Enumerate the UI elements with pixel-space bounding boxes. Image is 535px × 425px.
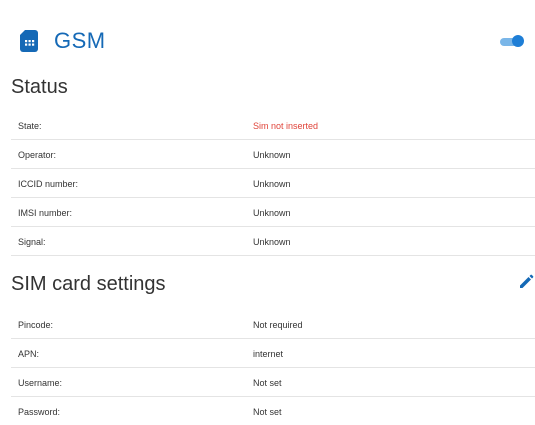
row-label: ICCID number: bbox=[18, 179, 79, 189]
page-title: GSM bbox=[54, 28, 106, 53]
edit-sim-settings-button[interactable] bbox=[518, 274, 534, 290]
status-section-title: Status bbox=[11, 76, 68, 98]
table-row: State: Sim not inserted bbox=[11, 111, 535, 140]
row-value-state: Sim not inserted bbox=[253, 121, 319, 131]
row-value-pincode: Not required bbox=[253, 320, 303, 330]
row-label: APN: bbox=[18, 349, 40, 359]
sim-settings-section-title: SIM card settings bbox=[11, 273, 166, 295]
row-value-signal: Unknown bbox=[253, 237, 291, 247]
table-row: Pincode: Not required bbox=[11, 310, 535, 339]
table-row: Password: Not set bbox=[11, 397, 535, 425]
row-label: Password: bbox=[18, 407, 61, 417]
row-label: Signal: bbox=[18, 237, 46, 247]
row-value-iccid: Unknown bbox=[253, 179, 291, 189]
row-value-password: Not set bbox=[253, 407, 282, 417]
row-value-operator: Unknown bbox=[253, 150, 291, 160]
sim-card-icon bbox=[20, 29, 40, 53]
table-row: IMSI number: Unknown bbox=[11, 198, 535, 227]
row-label: State: bbox=[18, 121, 42, 131]
row-label: Operator: bbox=[18, 150, 57, 160]
row-label: IMSI number: bbox=[18, 208, 73, 218]
status-table: State: Sim not inserted Operator: Unknow… bbox=[11, 111, 535, 256]
row-label: Username: bbox=[18, 378, 63, 388]
row-label: Pincode: bbox=[18, 320, 54, 330]
row-value-username: Not set bbox=[253, 378, 282, 388]
gsm-header: GSM bbox=[18, 26, 530, 56]
table-row: ICCID number: Unknown bbox=[11, 169, 535, 198]
gsm-toggle[interactable] bbox=[500, 34, 524, 48]
table-row: Operator: Unknown bbox=[11, 140, 535, 169]
table-row: APN: internet bbox=[11, 339, 535, 368]
toggle-thumb bbox=[512, 35, 524, 47]
row-value-imsi: Unknown bbox=[253, 208, 291, 218]
table-row: Username: Not set bbox=[11, 368, 535, 397]
row-value-apn: internet bbox=[253, 349, 284, 359]
sim-settings-table: Pincode: Not required APN: internet User… bbox=[11, 310, 535, 425]
pencil-icon bbox=[518, 274, 534, 294]
table-row: Signal: Unknown bbox=[11, 227, 535, 256]
